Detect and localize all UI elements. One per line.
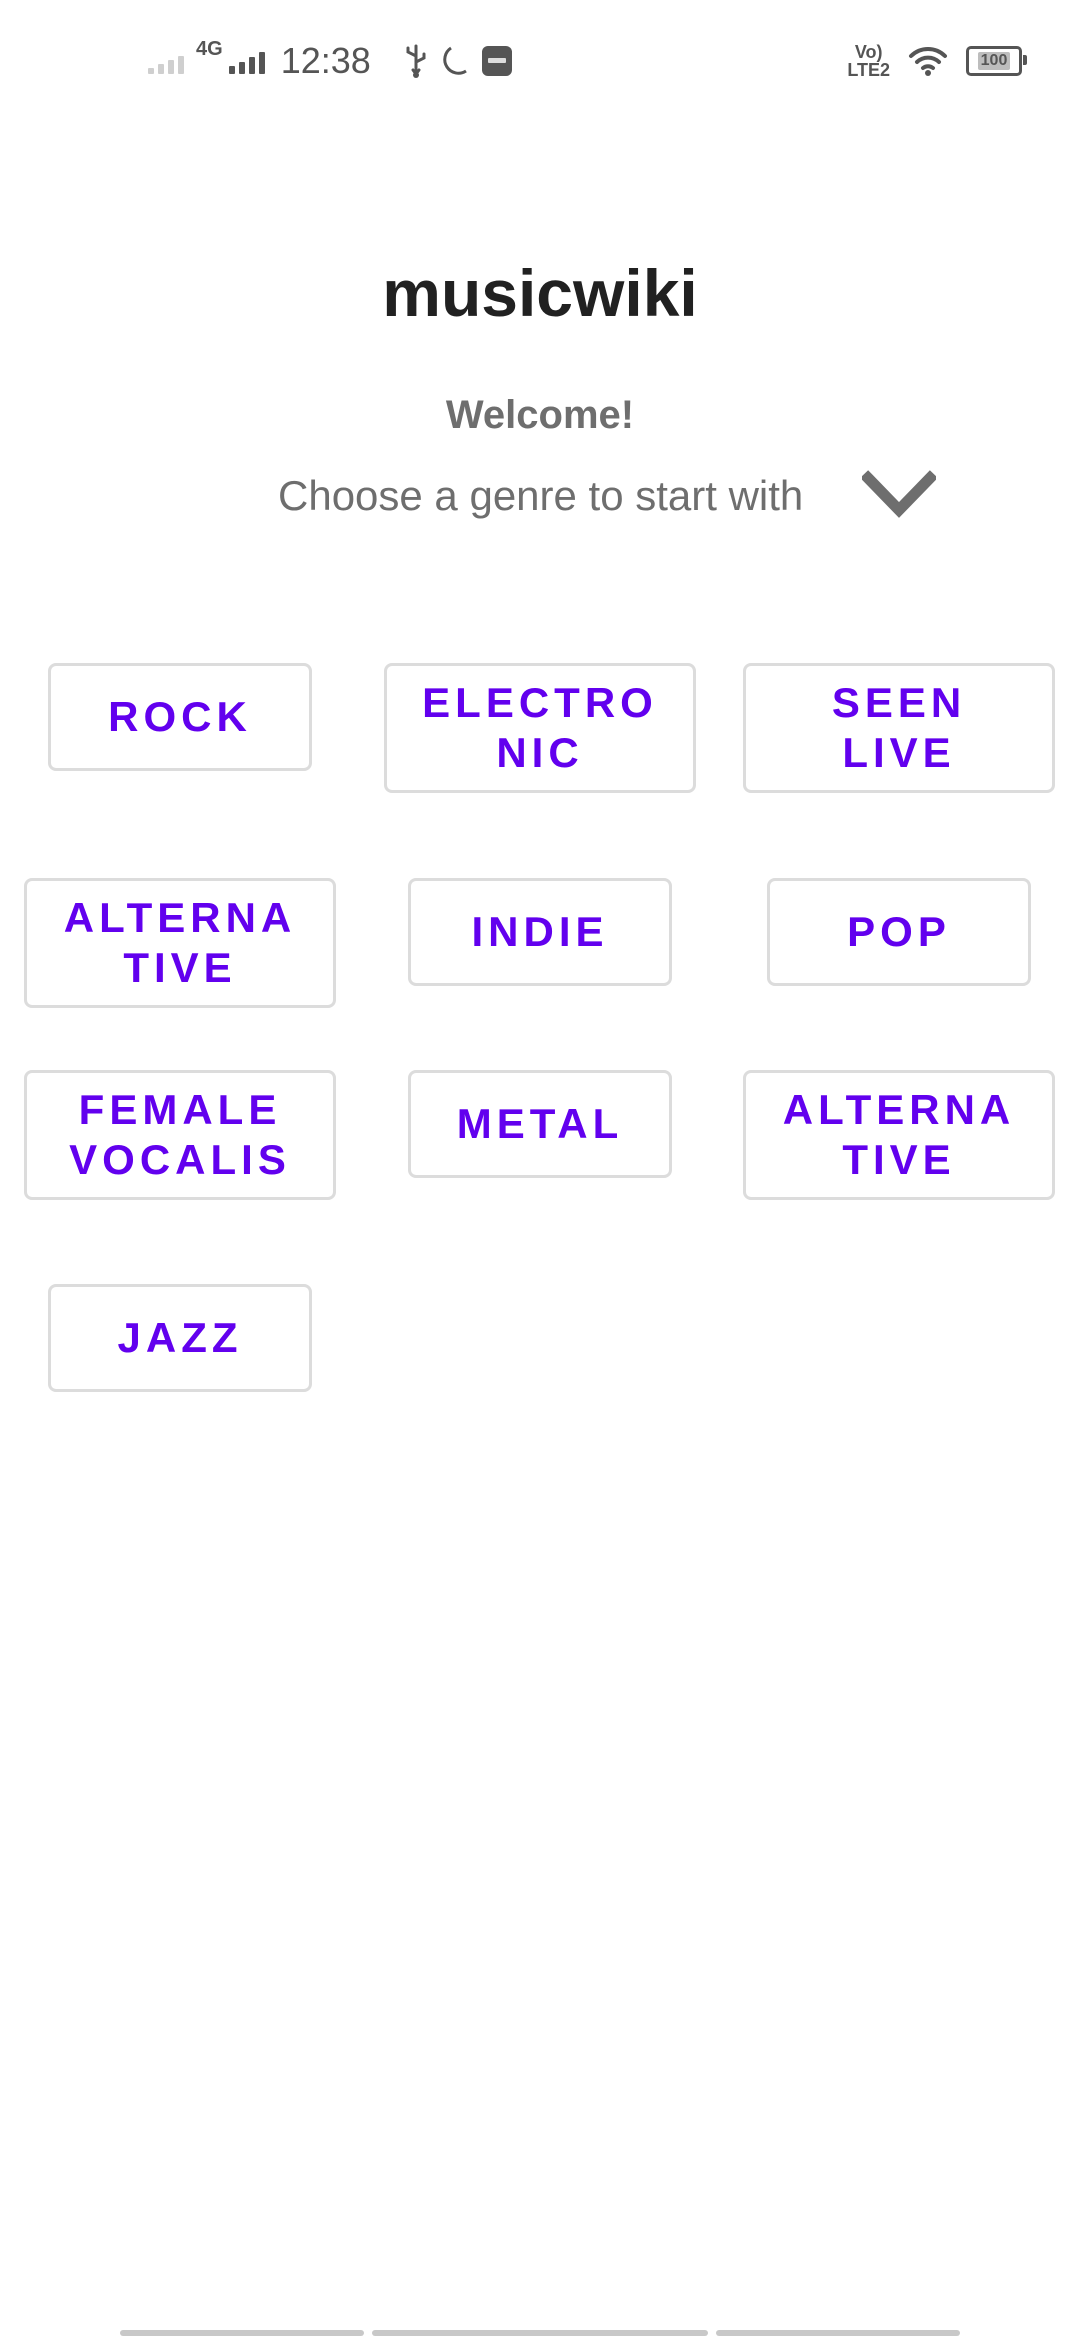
battery-level: 100: [977, 52, 1011, 70]
do-not-disturb-moon-icon: [441, 45, 469, 77]
bottom-indicator-3: [716, 2330, 960, 2336]
signal-4g-icon: [228, 48, 265, 74]
genre-button-alternative[interactable]: ALTERNA TIVE: [24, 878, 336, 1008]
genre-button-rock[interactable]: ROCK: [48, 663, 312, 771]
notification-app-icon: [481, 45, 513, 77]
genre-prompt: Choose a genre to start with: [278, 472, 804, 519]
genre-button-jazz[interactable]: JAZZ: [48, 1284, 312, 1392]
genre-button-alternative-2[interactable]: ALTERNA TIVE: [743, 1070, 1055, 1200]
app-title: musicwiki: [382, 256, 698, 330]
status-bar: 4G 12:38 Vo) LTE2 100: [0, 0, 1080, 120]
genre-button-indie[interactable]: INDIE: [408, 878, 672, 986]
usb-icon: [403, 44, 429, 78]
genre-button-pop[interactable]: POP: [767, 878, 1031, 986]
genre-button-electronic[interactable]: ELECTRO NIC: [384, 663, 696, 793]
volte-line-2: LTE2: [847, 60, 890, 80]
genre-button-female-vocalists[interactable]: FEMALE VOCALIS: [24, 1070, 336, 1200]
network-type-label: 4G: [196, 37, 223, 60]
status-bar-right: Vo) LTE2 100: [847, 38, 1027, 84]
genre-button-seen-live[interactable]: SEEN LIVE: [743, 663, 1055, 793]
welcome-text: Welcome!: [445, 393, 635, 437]
status-time: 12:38: [280, 40, 371, 81]
battery-icon: 100: [966, 46, 1027, 76]
genre-button-metal[interactable]: METAL: [408, 1070, 672, 1178]
status-bar-left: 4G 12:38: [148, 34, 513, 88]
volte-line-1: Vo): [854, 42, 883, 62]
bottom-indicator-2: [372, 2330, 708, 2336]
bottom-indicator-1: [120, 2330, 364, 2336]
volte-icon: Vo) LTE2: [847, 43, 890, 79]
wifi-icon: [908, 45, 948, 77]
chevron-down-icon[interactable]: [860, 470, 938, 522]
signal-weak-icon: [148, 48, 184, 74]
